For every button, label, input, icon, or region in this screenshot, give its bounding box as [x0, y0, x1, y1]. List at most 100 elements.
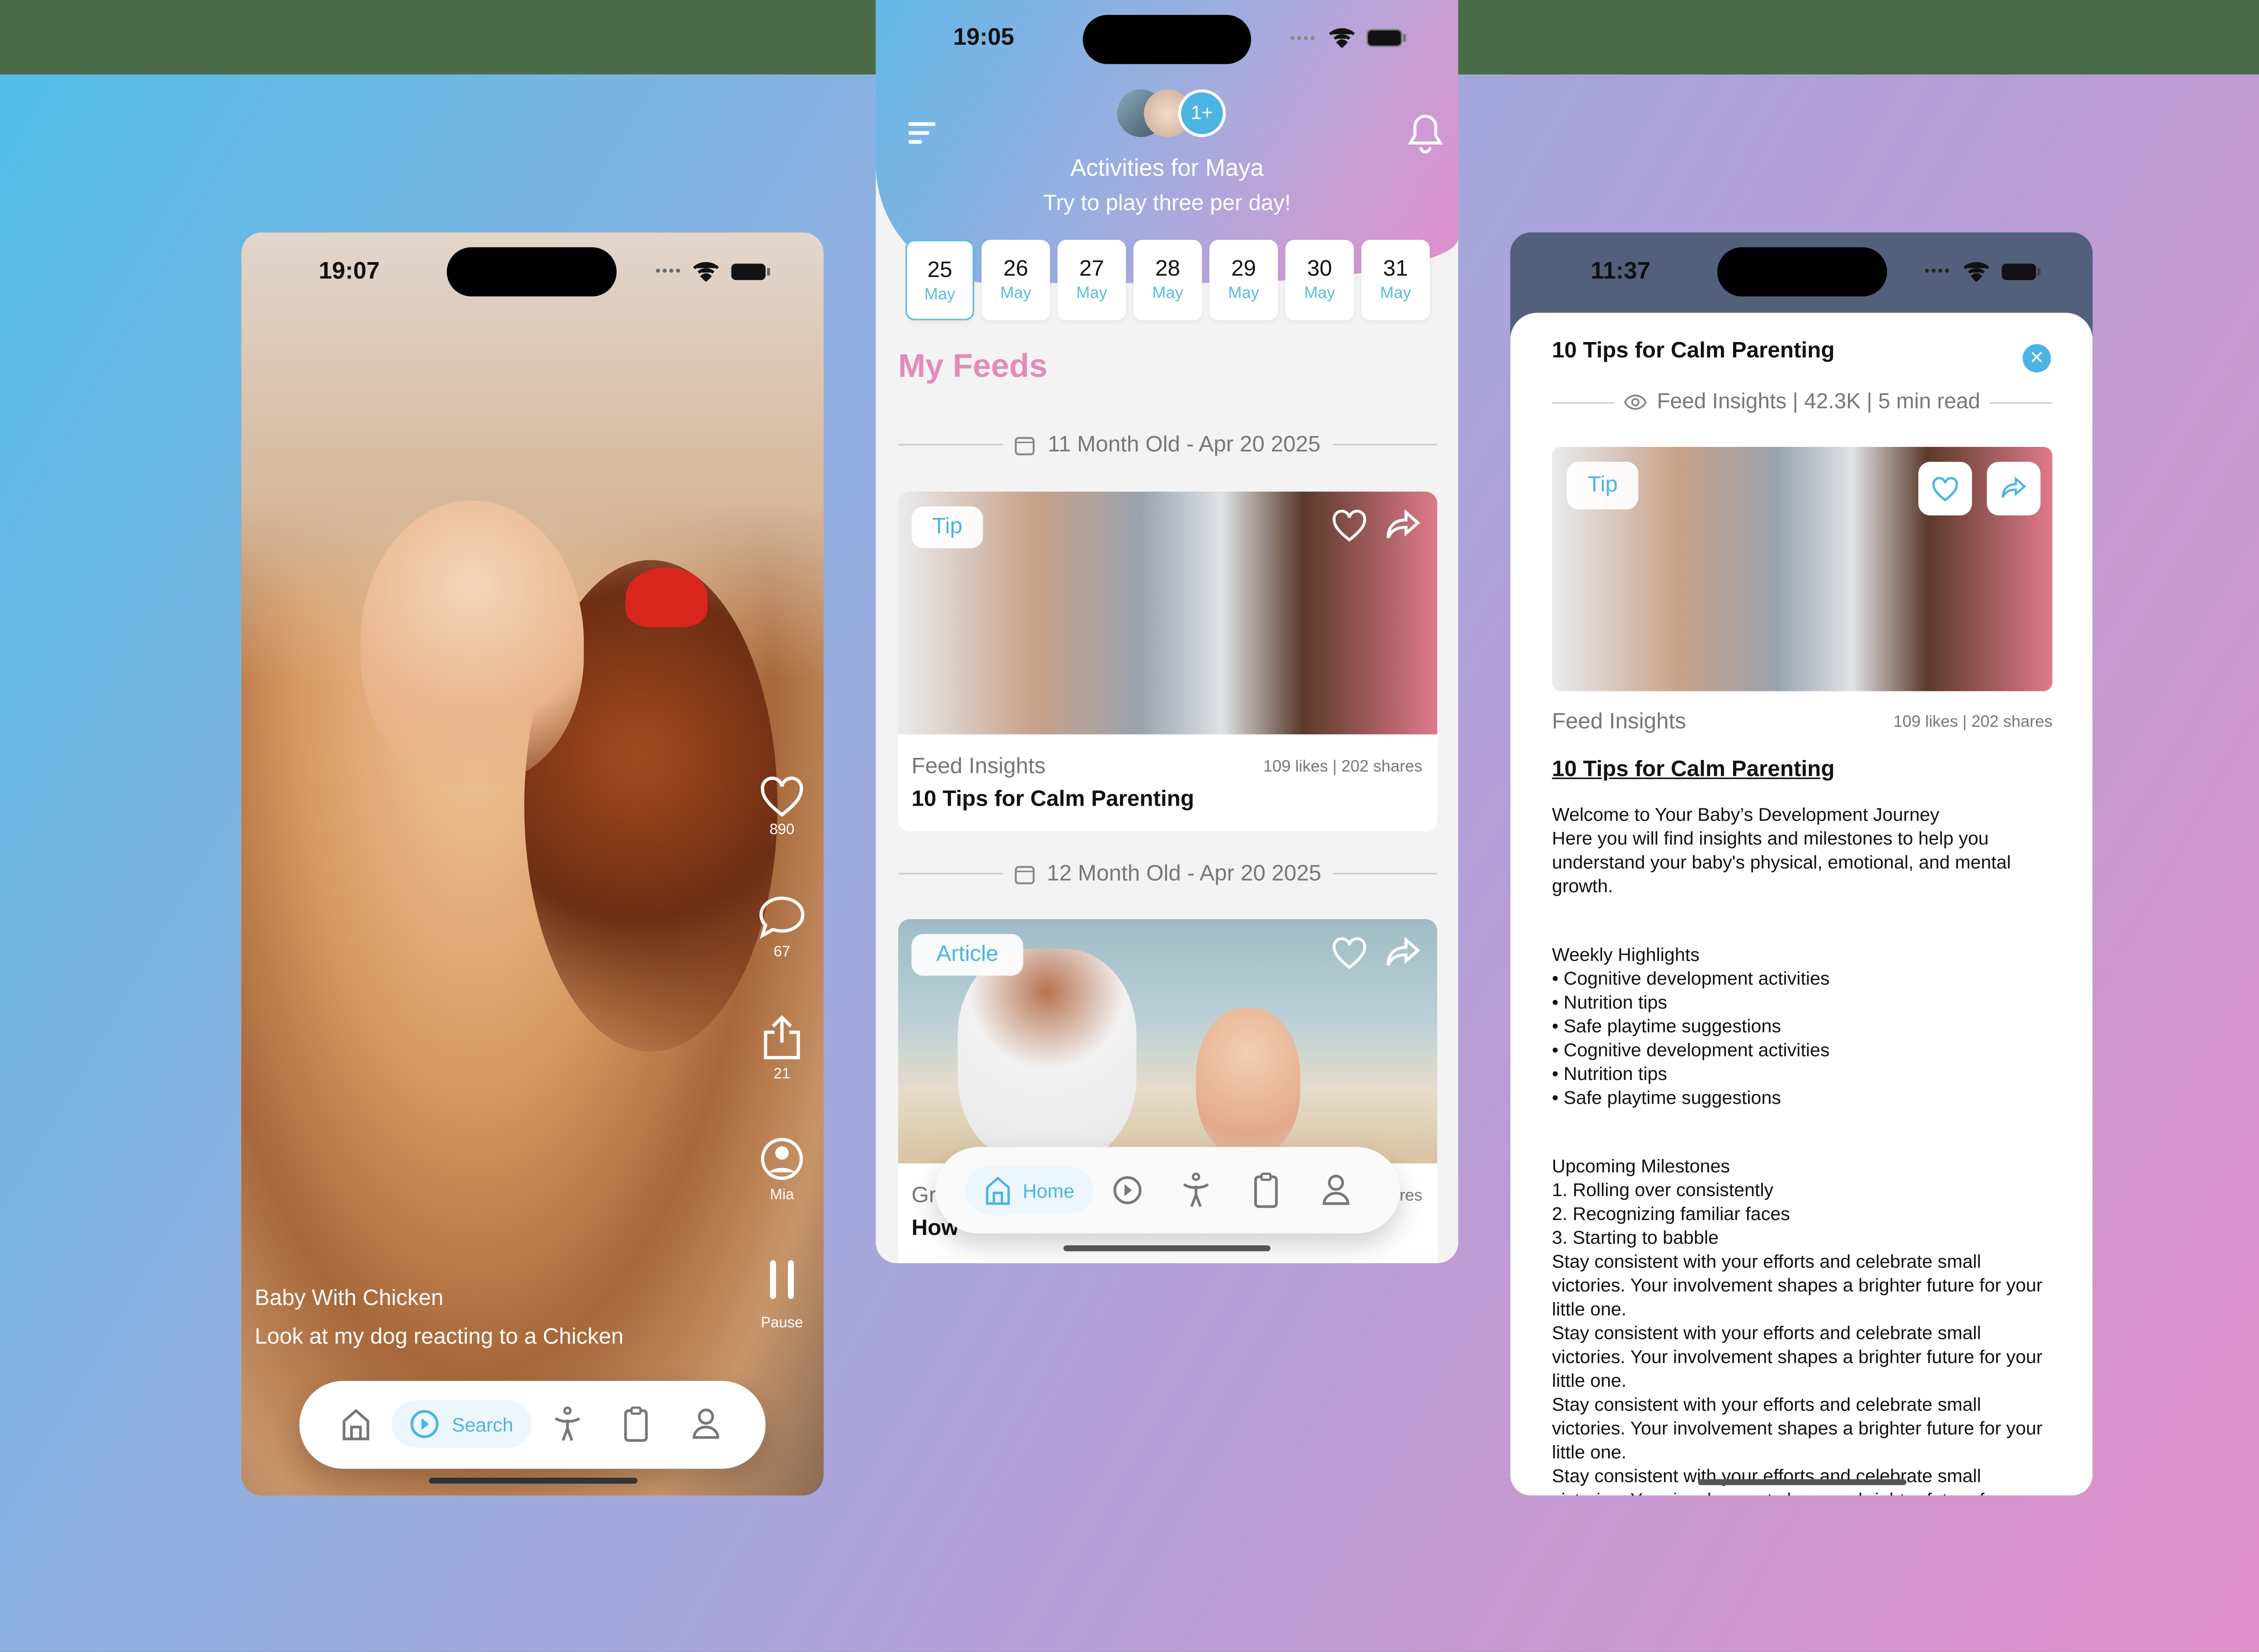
close-button[interactable]: ✕	[2022, 344, 2051, 373]
milestone-item: 1. Rolling over consistently	[1552, 1179, 1774, 1201]
type-badge: Article	[911, 934, 1023, 976]
profile-icon	[1322, 1174, 1350, 1205]
signal-icon: ••••	[1924, 263, 1951, 280]
milestone-item: 2. Recognizing familiar faces	[1552, 1203, 1790, 1225]
play-circle-icon	[1113, 1176, 1142, 1204]
battery-icon	[731, 263, 770, 280]
comment-icon	[759, 896, 805, 939]
share-button[interactable]: 21	[748, 1013, 816, 1083]
date-chip[interactable]: 31 May	[1361, 239, 1430, 320]
age-divider: 11 Month Old - Apr 20 2025	[898, 432, 1438, 457]
date-month: May	[924, 286, 956, 304]
home-icon	[985, 1176, 1009, 1205]
closing-paragraph: Stay consistent with your efforts and ce…	[1552, 1394, 2043, 1463]
header-title: Activities for Maya	[1070, 156, 1264, 182]
highlight-item: • Nutrition tips	[1552, 1063, 1667, 1084]
clipboard-icon	[624, 1406, 648, 1442]
pause-icon	[770, 1260, 794, 1299]
dynamic-island	[446, 247, 617, 297]
heart-icon	[1932, 476, 1958, 501]
date-chip[interactable]: 30 May	[1285, 239, 1354, 320]
like-button[interactable]	[1918, 461, 1972, 516]
intro-line: Here you will find insights and mileston…	[1552, 828, 2011, 897]
bottom-nav: Search	[299, 1380, 766, 1469]
date-chip[interactable]: 29 May	[1209, 239, 1278, 320]
age-label: 12 Month Old - Apr 20 2025	[1047, 861, 1322, 887]
pause-button[interactable]: Pause	[748, 1259, 816, 1332]
image-father	[957, 948, 1137, 1164]
meta-text: Feed Insights | 42.3K | 5 min read	[1657, 390, 1981, 414]
author-button[interactable]: Mia	[748, 1136, 816, 1204]
nav-home[interactable]: Home	[965, 1166, 1093, 1214]
highlight-item: • Cognitive development activities	[1552, 968, 1830, 989]
eye-icon	[1624, 394, 1648, 410]
wifi-icon	[693, 262, 719, 282]
age-divider: 12 Month Old - Apr 20 2025	[898, 861, 1438, 887]
feed-stats: 109 likes | 202 shares	[1263, 758, 1423, 776]
date-month: May	[1000, 284, 1031, 303]
feed-stats: res	[1399, 1187, 1423, 1205]
detail-screen: 11:37 •••• 10 Tips for Calm Parenting ✕ …	[1510, 232, 2093, 1496]
detail-link-title[interactable]: 10 Tips for Calm Parenting	[1552, 757, 1835, 782]
date-day: 30	[1307, 256, 1332, 282]
battery-icon	[2001, 263, 2041, 280]
feed-card[interactable]: Tip Feed Insights 109 likes | 202 shares…	[898, 491, 1438, 831]
profile-icon	[693, 1408, 719, 1439]
like-button[interactable]: 890	[748, 776, 816, 839]
highlights-title: Weekly Highlights	[1552, 944, 1700, 966]
nav-profile[interactable]	[691, 1408, 721, 1441]
date-month: May	[1076, 284, 1107, 303]
nav-activities[interactable]	[1181, 1172, 1211, 1208]
user-circle-icon	[761, 1138, 803, 1180]
signal-icon: ••••	[655, 263, 682, 280]
feed-screen: 19:05 •••• 1+ Activities for Maya Try to…	[876, 0, 1458, 1263]
status-time: 19:05	[953, 25, 1014, 51]
video-chicken-comb	[625, 568, 708, 627]
heart-icon[interactable]	[1331, 937, 1367, 970]
share-count: 21	[773, 1066, 791, 1083]
bell-icon[interactable]	[1407, 113, 1443, 155]
share-arrow-icon[interactable]	[1385, 937, 1421, 970]
nav-home-label: Home	[1022, 1179, 1074, 1201]
date-chip[interactable]: 28 May	[1133, 239, 1202, 320]
menu-icon[interactable]	[908, 122, 938, 146]
heart-icon[interactable]	[1331, 509, 1367, 542]
highlight-item: • Nutrition tips	[1552, 992, 1667, 1013]
detail-title: 10 Tips for Calm Parenting	[1552, 338, 1835, 364]
type-badge: Tip	[911, 506, 983, 549]
nav-search-label: Search	[452, 1413, 513, 1436]
more-children-badge[interactable]: 1+	[1178, 89, 1226, 137]
share-icon	[764, 1015, 800, 1060]
comment-count: 67	[773, 944, 791, 961]
date-day: 27	[1079, 256, 1104, 282]
highlight-item: • Safe playtime suggestions	[1552, 1087, 1781, 1108]
date-chip[interactable]: 27 May	[1057, 239, 1126, 320]
nav-search[interactable]: Search	[392, 1400, 532, 1448]
detail-sheet: 10 Tips for Calm Parenting ✕ Feed Insigh…	[1510, 313, 2093, 1496]
detail-stats: 109 likes | 202 shares	[1893, 713, 2053, 732]
date-day: 29	[1231, 256, 1256, 282]
nav-play[interactable]	[1113, 1175, 1143, 1205]
nav-clipboard[interactable]	[623, 1406, 649, 1442]
wifi-icon	[1964, 262, 1990, 282]
video-baby	[360, 500, 584, 784]
highlight-item: • Cognitive development activities	[1552, 1040, 1830, 1061]
date-day: 26	[1003, 256, 1028, 282]
signal-icon: ••••	[1289, 31, 1317, 48]
wifi-icon	[1329, 28, 1355, 48]
detail-meta: Feed Insights | 42.3K | 5 min read	[1552, 390, 2053, 414]
date-month: May	[1152, 284, 1183, 303]
nav-clipboard[interactable]	[1252, 1172, 1279, 1208]
nav-home[interactable]	[341, 1408, 371, 1441]
intro-line: Welcome to Your Baby’s Development Journ…	[1552, 804, 1940, 826]
date-chip[interactable]: 25 May	[905, 239, 974, 320]
home-indicator	[1698, 1479, 1907, 1485]
battery-icon	[1366, 29, 1406, 47]
comment-button[interactable]: 67	[748, 895, 816, 961]
share-arrow-icon[interactable]	[1385, 509, 1421, 542]
date-chip[interactable]: 26 May	[981, 239, 1050, 320]
share-button[interactable]	[1987, 461, 2041, 516]
nav-activities[interactable]	[553, 1406, 582, 1442]
like-count: 890	[769, 822, 795, 839]
nav-profile[interactable]	[1321, 1174, 1351, 1207]
